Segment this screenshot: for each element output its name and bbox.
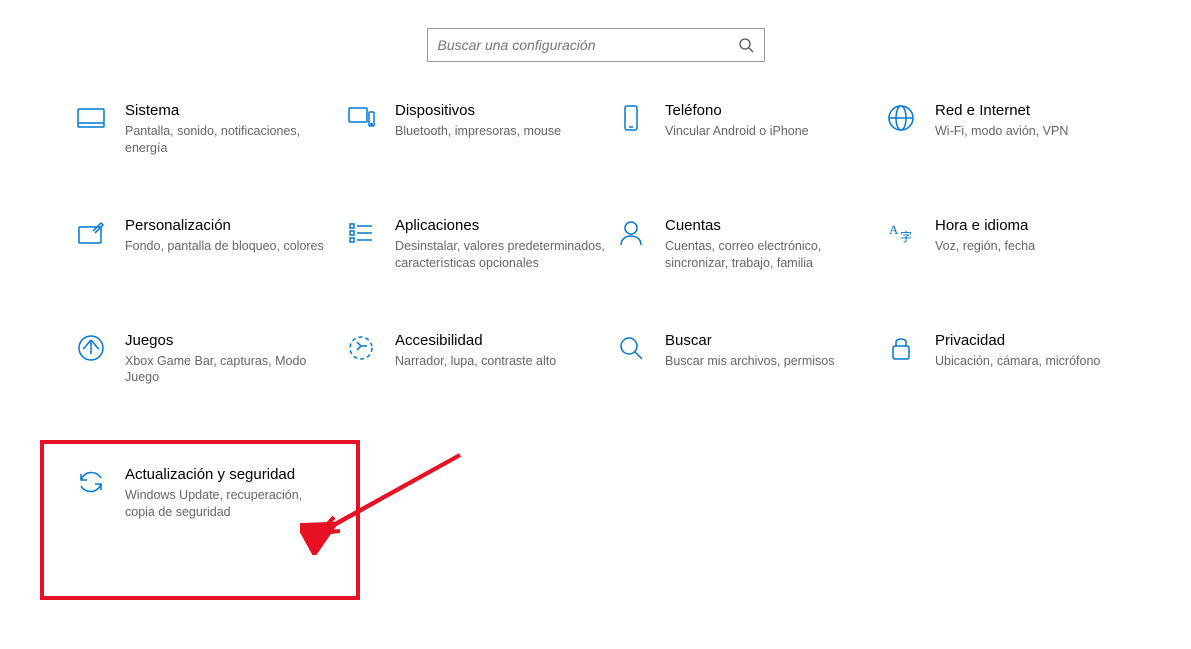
tile-text: Accesibilidad Narrador, lupa, contraste … [395, 332, 605, 370]
tile-title: Aplicaciones [395, 217, 605, 234]
gaming-icon [75, 332, 107, 364]
tile-cuentas[interactable]: Cuentas Cuentas, correo electrónico, sin… [615, 217, 885, 272]
accessibility-icon [345, 332, 377, 364]
tile-text: Sistema Pantalla, sonido, notificaciones… [125, 102, 335, 157]
tile-desc: Vincular Android o iPhone [665, 123, 875, 140]
tile-aplicaciones[interactable]: Aplicaciones Desinstalar, valores predet… [345, 217, 615, 272]
tile-text: Personalización Fondo, pantalla de bloqu… [125, 217, 335, 255]
tile-red[interactable]: Red e Internet Wi-Fi, modo avión, VPN [885, 102, 1155, 157]
tile-text: Teléfono Vincular Android o iPhone [665, 102, 875, 140]
tile-title: Teléfono [665, 102, 875, 119]
update-icon [75, 466, 107, 498]
tile-title: Sistema [125, 102, 335, 119]
tile-title: Buscar [665, 332, 875, 349]
privacy-icon [885, 332, 917, 364]
tile-title: Hora e idioma [935, 217, 1145, 234]
tile-desc: Windows Update, recuperación, copia de s… [125, 487, 335, 521]
tile-desc: Desinstalar, valores predeterminados, ca… [395, 238, 605, 272]
tile-title: Privacidad [935, 332, 1145, 349]
personalization-icon [75, 217, 107, 249]
search-input[interactable] [438, 37, 738, 53]
tile-buscar[interactable]: Buscar Buscar mis archivos, permisos [615, 332, 885, 387]
tile-title: Dispositivos [395, 102, 605, 119]
tile-actualizacion[interactable]: Actualización y seguridad Windows Update… [75, 466, 345, 521]
tile-title: Cuentas [665, 217, 875, 234]
search-box[interactable] [427, 28, 765, 62]
tile-desc: Ubicación, cámara, micrófono [935, 353, 1145, 370]
tile-desc: Buscar mis archivos, permisos [665, 353, 875, 370]
devices-icon [345, 102, 377, 134]
tile-text: Red e Internet Wi-Fi, modo avión, VPN [935, 102, 1145, 140]
tile-text: Aplicaciones Desinstalar, valores predet… [395, 217, 605, 272]
tile-privacidad[interactable]: Privacidad Ubicación, cámara, micrófono [885, 332, 1155, 387]
tile-desc: Fondo, pantalla de bloqueo, colores [125, 238, 335, 255]
tile-desc: Cuentas, correo electrónico, sincronizar… [665, 238, 875, 272]
tile-accesibilidad[interactable]: Accesibilidad Narrador, lupa, contraste … [345, 332, 615, 387]
phone-icon [615, 102, 647, 134]
system-icon [75, 102, 107, 134]
tile-dispositivos[interactable]: Dispositivos Bluetooth, impresoras, mous… [345, 102, 615, 157]
tile-text: Actualización y seguridad Windows Update… [125, 466, 335, 521]
tile-juegos[interactable]: Juegos Xbox Game Bar, capturas, Modo Jue… [75, 332, 345, 387]
network-icon [885, 102, 917, 134]
tile-title: Red e Internet [935, 102, 1145, 119]
tile-text: Privacidad Ubicación, cámara, micrófono [935, 332, 1145, 370]
tile-desc: Pantalla, sonido, notificaciones, energí… [125, 123, 335, 157]
search-tile-icon [615, 332, 647, 364]
tile-desc: Wi-Fi, modo avión, VPN [935, 123, 1145, 140]
settings-grid: Sistema Pantalla, sonido, notificaciones… [0, 102, 1191, 521]
tile-text: Dispositivos Bluetooth, impresoras, mous… [395, 102, 605, 140]
tile-title: Accesibilidad [395, 332, 605, 349]
svg-text:A: A [889, 222, 899, 237]
tile-personalizacion[interactable]: Personalización Fondo, pantalla de bloqu… [75, 217, 345, 272]
tile-sistema[interactable]: Sistema Pantalla, sonido, notificaciones… [75, 102, 345, 157]
tile-hora[interactable]: A字 Hora e idioma Voz, región, fecha [885, 217, 1155, 272]
tile-text: Hora e idioma Voz, región, fecha [935, 217, 1145, 255]
tile-telefono[interactable]: Teléfono Vincular Android o iPhone [615, 102, 885, 157]
tile-text: Juegos Xbox Game Bar, capturas, Modo Jue… [125, 332, 335, 387]
tile-title: Actualización y seguridad [125, 466, 335, 483]
time-language-icon: A字 [885, 217, 917, 249]
svg-text:字: 字 [900, 229, 912, 244]
tile-desc: Xbox Game Bar, capturas, Modo Juego [125, 353, 335, 387]
search-container [0, 0, 1191, 102]
tile-text: Buscar Buscar mis archivos, permisos [665, 332, 875, 370]
accounts-icon [615, 217, 647, 249]
tile-desc: Narrador, lupa, contraste alto [395, 353, 605, 370]
tile-desc: Voz, región, fecha [935, 238, 1145, 255]
tile-desc: Bluetooth, impresoras, mouse [395, 123, 605, 140]
tile-title: Juegos [125, 332, 335, 349]
search-icon [738, 37, 754, 53]
tile-text: Cuentas Cuentas, correo electrónico, sin… [665, 217, 875, 272]
tile-title: Personalización [125, 217, 335, 234]
apps-icon [345, 217, 377, 249]
